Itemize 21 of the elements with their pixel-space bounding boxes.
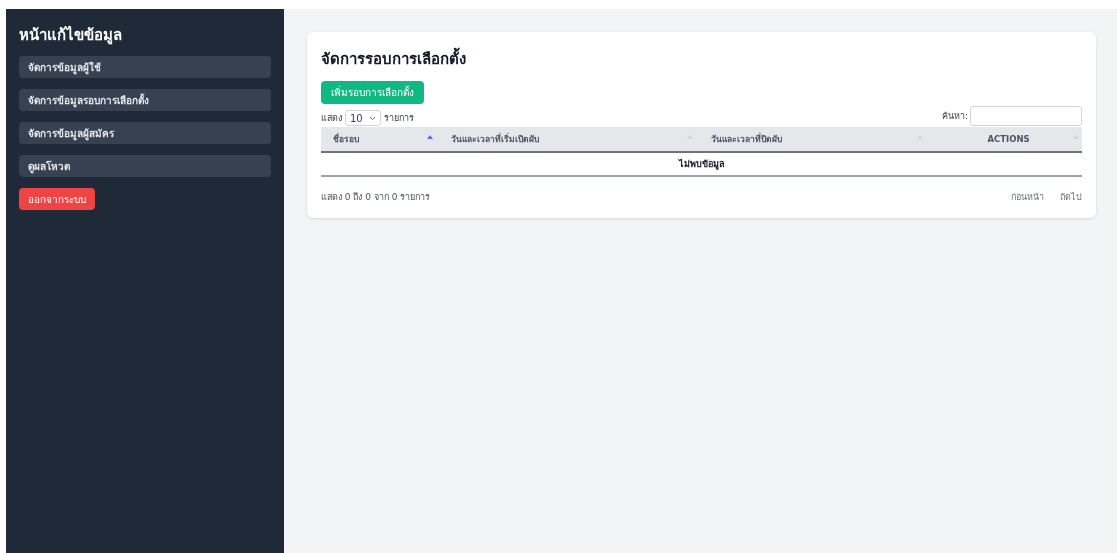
chevron-icon (368, 115, 376, 121)
search-field[interactable] (970, 106, 1082, 126)
search-label: ค้นหา: (941, 110, 968, 123)
empty-message: ไม่พบข้อมูล (678, 158, 725, 171)
column-header[interactable]: ชื่อรอบ (321, 127, 439, 151)
logout-button[interactable]: ออกจากระบบ (19, 188, 95, 210)
table-info: แสดง 0 ถึง 0 จาก 0 รายการ (321, 191, 431, 204)
pager-link[interactable]: ก่อนหน้า (1011, 190, 1044, 204)
length-label: แสดง (321, 112, 342, 125)
length-label: รายการ (383, 112, 414, 125)
pager-link[interactable]: ถัดไป (1060, 190, 1082, 204)
sidebar-item[interactable]: จัดการข้อมูลผู้ใช้ (19, 56, 271, 78)
column-header[interactable]: วันและเวลาที่เริ่มเปิดผับ (439, 127, 699, 151)
card-title: จัดการรอบการเลือกตั้ง (321, 47, 1082, 71)
sidebar-item[interactable]: จัดการข้อมูลรอบการเลือกตั้ง (19, 89, 271, 111)
sidebar-title: หน้าแก้ไขข้อมูล (19, 25, 123, 45)
page-length-select[interactable]: 10 (345, 110, 381, 126)
sidebar-item[interactable]: จัดการข้อมูลผู้สมัคร (19, 122, 271, 144)
column-header[interactable]: วันและเวลาที่ปิดผับ (699, 127, 929, 151)
column-header[interactable]: ACTIONS (929, 127, 1082, 151)
sidebar-item[interactable]: ดูผลโหวต (19, 155, 271, 177)
